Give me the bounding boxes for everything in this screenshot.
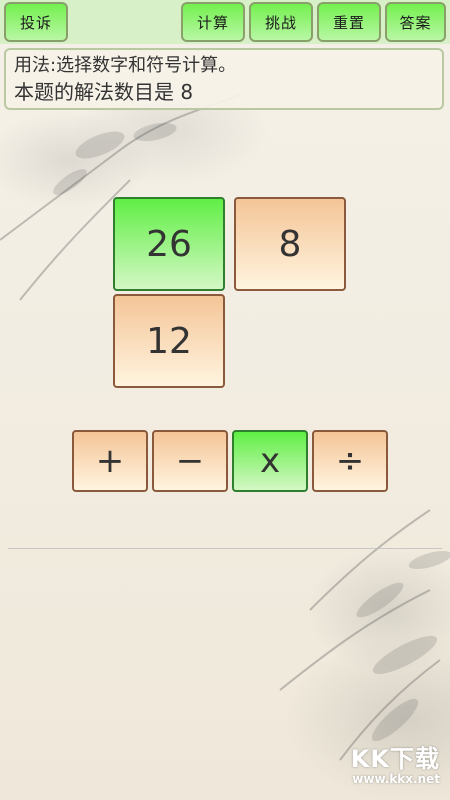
section-divider [8, 548, 442, 549]
watermark: KK下载 www.kkx.net [351, 739, 440, 786]
number-tile-8[interactable]: 8 [234, 197, 346, 291]
instruction-panel: 用法:选择数字和符号计算。 本题的解法数目是 8 [4, 48, 444, 110]
multiply-button[interactable]: x [232, 430, 308, 492]
calculate-button[interactable]: 计算 [181, 2, 245, 42]
challenge-button[interactable]: 挑战 [249, 2, 313, 42]
plus-button[interactable]: + [72, 430, 148, 492]
minus-button[interactable]: − [152, 430, 228, 492]
ink-painting-background [0, 94, 450, 761]
answer-button[interactable]: 答案 [385, 2, 446, 42]
number-tile-12[interactable]: 12 [113, 294, 225, 388]
watermark-url: www.kkx.net [352, 772, 440, 786]
background [0, 0, 450, 800]
reset-button[interactable]: 重置 [317, 2, 381, 42]
top-toolbar: 投诉 计算 挑战 重置 答案 [0, 0, 450, 44]
watermark-brand: KK下载 [350, 745, 440, 773]
solution-count-text: 本题的解法数目是 8 [14, 80, 194, 104]
number-tile-26[interactable]: 26 [113, 197, 225, 291]
usage-text: 用法:选择数字和符号计算。 [14, 55, 237, 76]
divide-button[interactable]: ÷ [312, 430, 388, 492]
complain-button[interactable]: 投诉 [4, 2, 68, 42]
